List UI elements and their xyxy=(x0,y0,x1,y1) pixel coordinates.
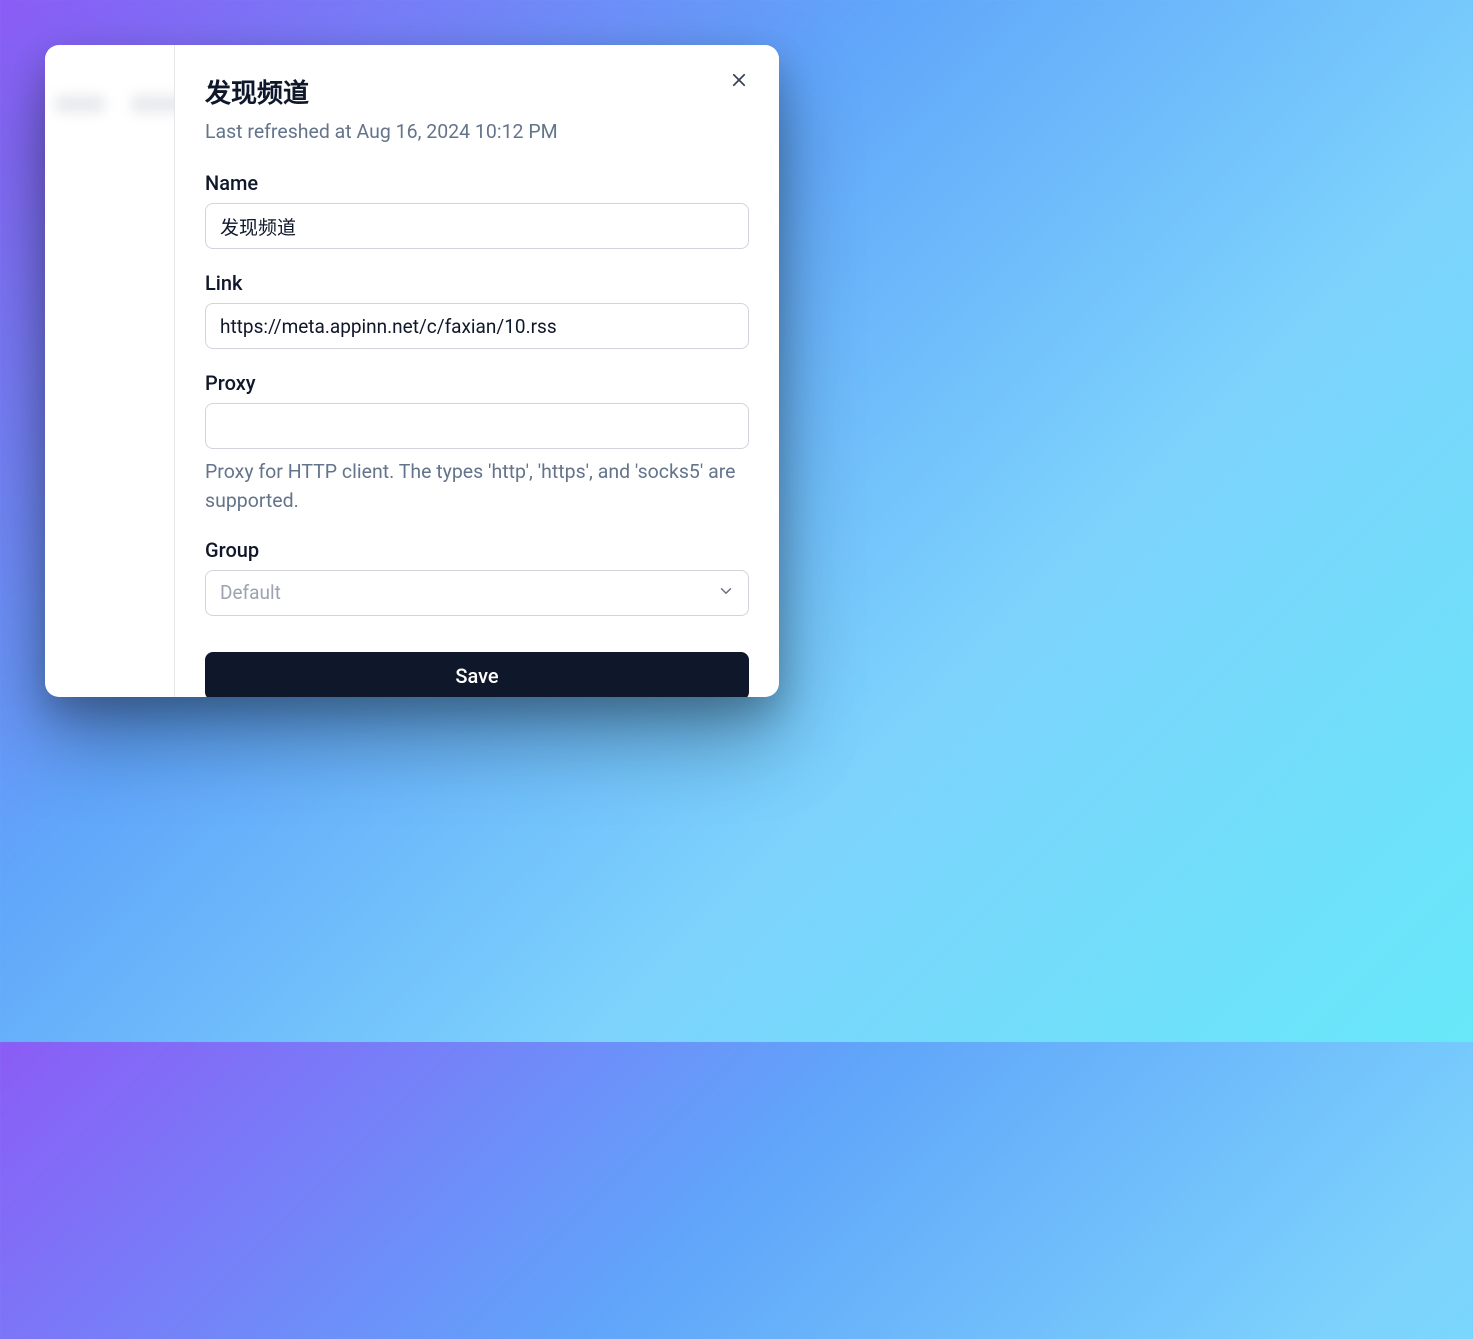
name-label: Name xyxy=(205,171,749,195)
modal-overlay: 发现频道 Last refreshed at Aug 16, 2024 10:1… xyxy=(45,45,779,697)
link-input[interactable] xyxy=(205,303,749,349)
proxy-label: Proxy xyxy=(205,371,749,395)
name-field-group: Name xyxy=(205,171,749,249)
proxy-helper-text: Proxy for HTTP client. The types 'http',… xyxy=(205,457,749,516)
group-label: Group xyxy=(205,538,749,562)
app-window: 发现频道 Last refreshed at Aug 16, 2024 10:1… xyxy=(45,45,779,697)
link-field-group: Link xyxy=(205,271,749,349)
link-label: Link xyxy=(205,271,749,295)
close-button[interactable] xyxy=(725,67,753,95)
feed-edit-modal: 发现频道 Last refreshed at Aug 16, 2024 10:1… xyxy=(174,45,779,697)
proxy-field-group: Proxy Proxy for HTTP client. The types '… xyxy=(205,371,749,516)
modal-scroll-area[interactable]: 发现频道 Last refreshed at Aug 16, 2024 10:1… xyxy=(175,45,779,697)
name-input[interactable] xyxy=(205,203,749,249)
close-icon xyxy=(730,71,748,92)
group-field-group: Group Default xyxy=(205,538,749,616)
group-select[interactable]: Default xyxy=(205,570,749,616)
save-button[interactable]: Save xyxy=(205,652,749,698)
proxy-input[interactable] xyxy=(205,403,749,449)
last-refreshed-label: Last refreshed at Aug 16, 2024 10:12 PM xyxy=(205,120,749,143)
modal-title: 发现频道 xyxy=(205,73,749,110)
